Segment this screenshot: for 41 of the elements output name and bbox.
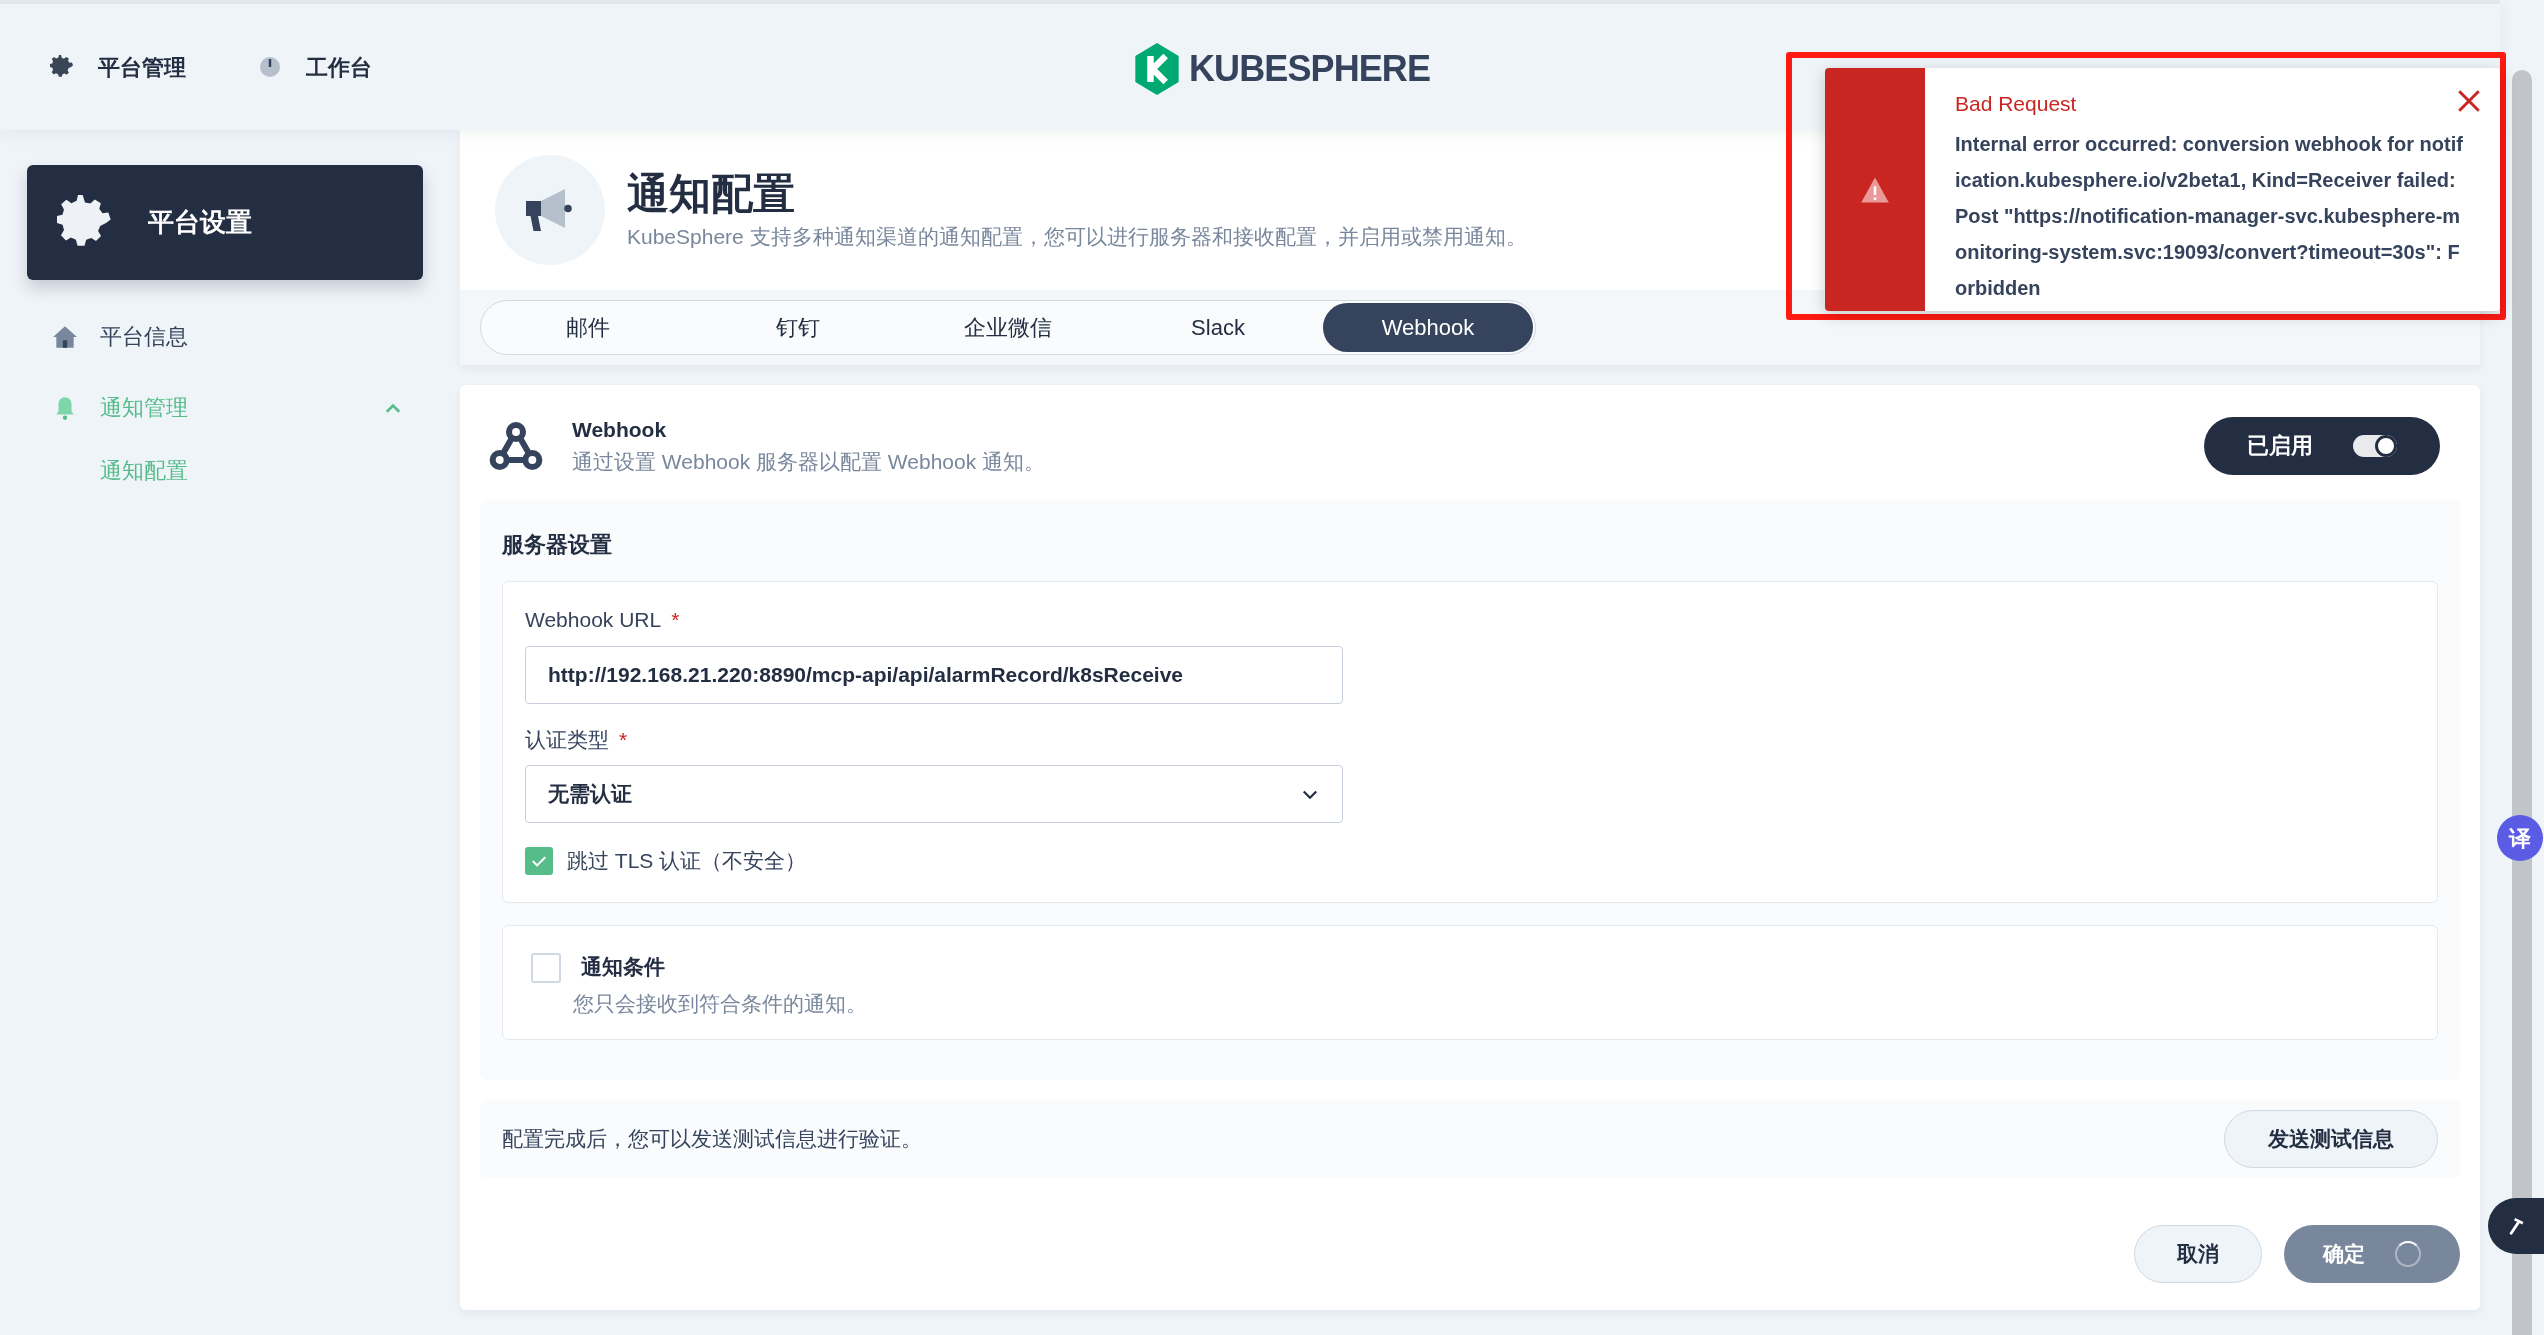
card-title: Webhook <box>572 417 668 443</box>
url-input-field[interactable]: http://192.168.21.220:8890/mcp-api/api/alarmRecord/k8sReceive <box>525 645 1343 704</box>
nav-link[interactable]: 工作台 <box>258 50 372 84</box>
card-description: 通过设置 Webhook 服务器以配置 Webhook 通知。 <box>572 448 1046 475</box>
checkbox[interactable] <box>531 952 561 983</box>
required-mark: * <box>671 608 680 631</box>
toast-title: Bad Request <box>1955 91 2077 117</box>
logo-icon <box>1135 43 1179 95</box>
close-button[interactable] <box>2456 88 2482 114</box>
checkbox[interactable] <box>525 846 553 875</box>
channel-tab[interactable]: 钉钉 <box>693 303 903 352</box>
channel-tab[interactable]: 企业微信 <box>903 303 1113 352</box>
auth-type-select[interactable]: 无需认证 <box>525 765 1343 823</box>
confirm-button[interactable]: 确定 <box>2284 1224 2460 1283</box>
gauge-icon <box>258 55 282 79</box>
send-test-button[interactable]: 发送测试信息 <box>2224 1109 2438 1168</box>
conditions-title: 通知条件 <box>581 953 666 980</box>
tool-button[interactable] <box>2488 1198 2544 1254</box>
field-label: 认证类型 * <box>525 726 629 753</box>
test-hint: 配置完成后，您可以发送测试信息进行验证。 <box>502 1125 922 1152</box>
translate-button[interactable]: 译 <box>2497 815 2543 861</box>
gear-icon <box>50 55 74 79</box>
page-title: 通知配置 <box>627 169 796 219</box>
spinner-icon <box>2395 1240 2421 1267</box>
warning-icon <box>1860 175 1890 204</box>
page-description: KubeSphere 支持多种通知渠道的通知配置，您可以进行服务器和接收配置，并启用或禁用通知。 <box>627 223 1527 250</box>
checkbox-label: 跳过 TLS 认证（不安全） <box>567 848 807 874</box>
cancel-button[interactable]: 取消 <box>2134 1224 2262 1283</box>
logo-text: KUBESPHERE <box>1189 47 1431 91</box>
field-label: Webhook URL * <box>525 607 681 633</box>
conditions-description: 您只会接收到符合条件的通知。 <box>573 991 867 1017</box>
channel-tab[interactable]: 邮件 <box>483 303 693 352</box>
channel-tab[interactable]: Slack <box>1113 303 1323 352</box>
channel-tab[interactable]: Webhook <box>1323 303 1533 352</box>
required-mark: * <box>619 727 628 751</box>
section-title: 服务器设置 <box>502 531 613 559</box>
enable-toggle[interactable]: 已启用 <box>2204 416 2440 475</box>
toast-message: Internal error occurred: conversion webhook for notification.kubesphere.io/v2beta1, Kind=Receiver failed: Post "https://notification-manager-svc.kubesphere-monitoring-system.svc:19093/convert?timeout=30s": Forbidden <box>1955 131 2464 301</box>
nav-link[interactable]: 平台管理 <box>50 50 186 84</box>
sidebar-item[interactable]: 平台信息 <box>52 320 423 353</box>
sidebar-title: 平台设置 <box>148 206 252 239</box>
